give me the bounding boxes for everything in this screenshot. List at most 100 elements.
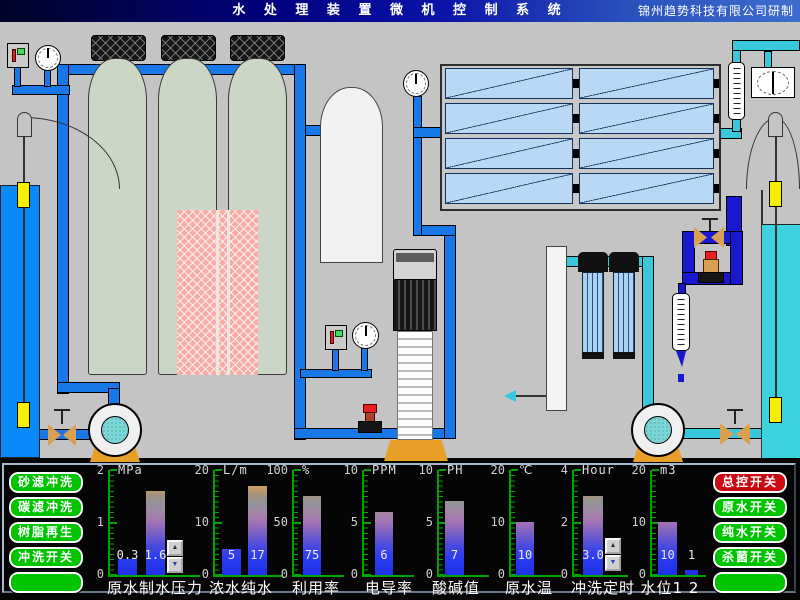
- chart-7-value: 1: [681, 548, 702, 562]
- chart-0-major-tick: [110, 522, 117, 524]
- indicator-button[interactable]: [17, 48, 25, 55]
- pump-impeller: [644, 416, 672, 444]
- indicator-button[interactable]: [335, 330, 343, 337]
- chart-0-bar-fill: [146, 491, 165, 575]
- pipe: [14, 66, 21, 87]
- pure-water-valve[interactable]: [736, 423, 750, 445]
- level-sensor-line: [23, 137, 25, 403]
- membrane-port: [573, 79, 579, 88]
- chart-5-scale-label: 10: [475, 515, 505, 529]
- pipe: [361, 347, 368, 371]
- pressure-switch-box[interactable]: [7, 43, 29, 68]
- chart-2-scale-label: 50: [258, 515, 288, 529]
- chart-6-major-tick: [574, 522, 581, 524]
- spout-pipe: [512, 395, 546, 397]
- flush-button-3[interactable]: 冲洗开关: [9, 547, 83, 568]
- chart-4-unit: PH: [447, 463, 463, 477]
- level-sensor-head: [17, 112, 32, 137]
- chart-4-value: 7: [441, 548, 468, 562]
- relief-valve-base: [358, 421, 382, 433]
- chart-1-scale-label: 20: [179, 463, 209, 477]
- drip: [678, 374, 684, 382]
- pure-water-valve[interactable]: [720, 423, 734, 445]
- chart-0-spinner-up[interactable]: ▲: [167, 540, 183, 556]
- flush-button-4-blank[interactable]: [9, 572, 83, 593]
- membrane-port: [714, 184, 719, 193]
- chart-4-scale-label: 10: [403, 463, 433, 477]
- chart-4-scale-label: 5: [403, 515, 433, 529]
- flush-button-0[interactable]: 砂滤冲洗: [9, 472, 83, 493]
- flush-button-2[interactable]: 树脂再生: [9, 522, 83, 543]
- membrane-port: [714, 79, 719, 88]
- chart-0-value: 0.3: [114, 548, 141, 562]
- valve-handle: [727, 409, 743, 411]
- chart-2-bar-fill: [303, 496, 321, 575]
- process-diagram: [0, 22, 800, 458]
- chart-2-bar-0: [303, 496, 321, 575]
- pressure-switch-box[interactable]: [325, 325, 347, 350]
- membrane-panel: [445, 103, 573, 134]
- chart-5-unit: ℃: [519, 463, 533, 477]
- master-button-2[interactable]: 纯水开关: [713, 522, 787, 543]
- chart-4-bar-0: [445, 501, 464, 575]
- level-float: [769, 181, 782, 207]
- security-filter-cartridge: [613, 272, 635, 358]
- chart-7-xlabel: 水位1 2: [610, 577, 730, 598]
- valve-handle: [702, 218, 718, 220]
- security-filter-cartridge: [582, 272, 604, 358]
- membrane-panel: [579, 68, 714, 99]
- title-bar: 水 处 理 装 置 微 机 控 制 系 统 锦州趋势科技有限公司研制: [0, 0, 800, 22]
- master-button-1[interactable]: 原水开关: [713, 497, 787, 518]
- chart-6-scale-label: 2: [538, 515, 568, 529]
- chart-2-value: 75: [299, 548, 325, 562]
- chart-4-bar-fill: [445, 501, 464, 575]
- chart-0-scale-label: 1: [74, 515, 104, 529]
- gauge-needle: [47, 48, 49, 58]
- membrane-panel: [579, 138, 714, 169]
- hp-pump-motor[interactable]: [393, 279, 437, 331]
- pipe: [413, 96, 422, 236]
- chart-3-bar-fill: [375, 512, 393, 575]
- master-button-3[interactable]: 杀菌开关: [713, 547, 787, 568]
- chart-2-scale-label: 100: [258, 463, 288, 477]
- chart-6-value: 3.0: [579, 548, 607, 562]
- control-panel: 砂滤冲洗碳滤冲洗树脂再生冲洗开关 总控开关原水开关纯水开关杀菌开关 2 10 MPa 0.…: [0, 456, 800, 600]
- membrane-port: [573, 149, 579, 158]
- pipe: [642, 256, 654, 410]
- master-button-0[interactable]: 总控开关: [713, 472, 787, 493]
- relief-valve-base: [698, 272, 724, 283]
- chart-5-value: 10: [512, 548, 538, 562]
- raw-water-valve[interactable]: [48, 424, 61, 446]
- chart-1-unit: L/m: [223, 463, 248, 477]
- level-sensor-head: [768, 112, 783, 137]
- chart-0-value: 1.6: [142, 548, 169, 562]
- drain-funnel: [676, 351, 686, 367]
- indicator-bar: [330, 331, 334, 344]
- pipe: [732, 118, 741, 132]
- chart-2-major-tick: [294, 522, 301, 524]
- level-float: [17, 402, 30, 428]
- hp-pump-stages: [397, 331, 433, 440]
- chart-6-bar-0: [583, 496, 603, 575]
- chart-0-unit: MPa: [118, 463, 143, 477]
- chart-2-major-tick: [294, 469, 301, 471]
- membrane-panel: [445, 173, 573, 204]
- valve-stem: [734, 411, 736, 424]
- valve-stem: [709, 220, 711, 231]
- chart-7-scale-label: 10: [616, 515, 646, 529]
- pipe: [413, 127, 442, 138]
- valve-stem: [61, 411, 63, 424]
- flush-button-1[interactable]: 碳滤冲洗: [9, 497, 83, 518]
- indicator-bar: [12, 49, 16, 62]
- pipe: [732, 40, 800, 51]
- valve-handle: [54, 409, 70, 411]
- flowmeter-scale: [733, 68, 740, 114]
- uv-column: [546, 246, 567, 411]
- raw-water-valve[interactable]: [63, 424, 76, 446]
- chart-3-value: 6: [371, 548, 397, 562]
- membrane-port: [714, 149, 719, 158]
- chart-6-spinner-up[interactable]: ▲: [605, 538, 621, 554]
- chart-2-unit: %: [302, 463, 310, 477]
- hp-pump-base: [384, 440, 448, 461]
- cartridge-bottom: [582, 352, 604, 359]
